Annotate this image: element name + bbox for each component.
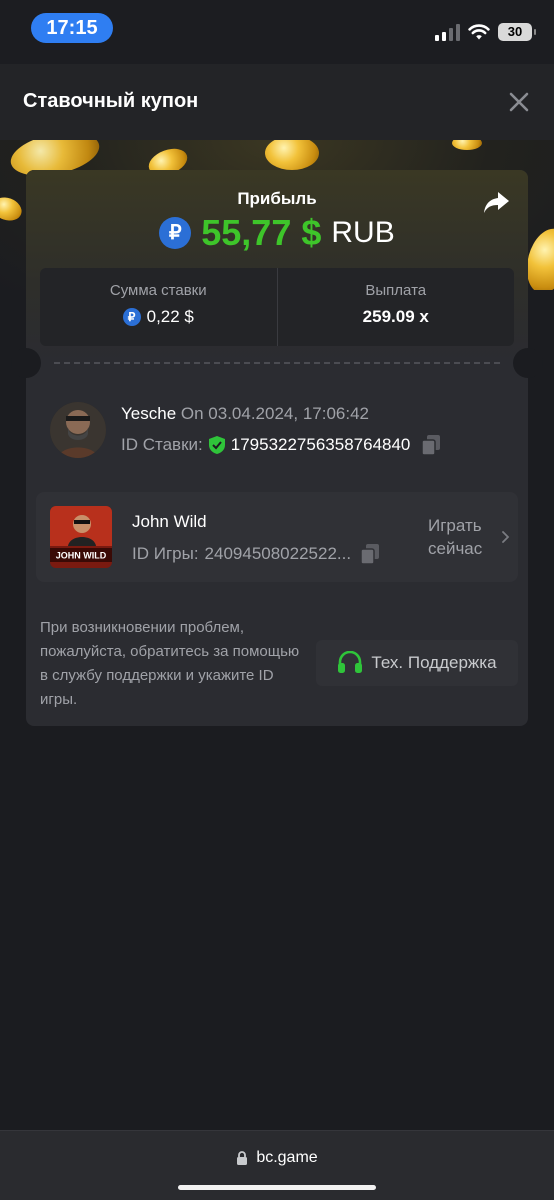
payout-label: Выплата — [365, 282, 427, 299]
game-thumbnail[interactable]: JOHN WILD — [50, 506, 112, 568]
profit-label: Прибыль — [237, 189, 317, 208]
ticket-notch-left — [11, 348, 41, 378]
address-bar[interactable]: bc.game — [0, 1149, 554, 1167]
bet-id-value: 1795322756358764840 — [230, 435, 411, 454]
support-button-label: Тех. Поддержка — [371, 653, 497, 672]
status-time: 17:15 — [31, 13, 113, 43]
lock-icon — [237, 1151, 248, 1165]
bet-date: On 03.04.2024, 17:06:42 — [180, 404, 369, 423]
share-icon[interactable] — [482, 190, 510, 216]
bet-stats: Сумма ставки ₽ 0,22 $ Выплата 259.09 x — [40, 268, 514, 346]
username[interactable]: Yesche — [121, 404, 176, 423]
payout-value: 259.09 x — [362, 307, 429, 326]
wifi-icon — [468, 24, 490, 40]
coupon-header: Ставочный купон — [0, 64, 554, 140]
chevron-right-icon[interactable] — [500, 530, 510, 544]
headset-icon — [338, 651, 363, 673]
browser-bottom-bar: bc.game — [0, 1130, 554, 1200]
game-id-label: ID Игры: — [132, 544, 199, 563]
bet-id-line: ID Ставки: 1795322756358764840 — [121, 435, 441, 455]
ruble-icon: ₽ — [122, 308, 141, 326]
bet-amount-label: Сумма ставки — [109, 282, 207, 299]
bet-coupon-card: Прибыль ₽ 55,77 $ RUB Сумма ставки ₽ 0,2… — [11, 170, 543, 726]
avatar[interactable] — [50, 402, 106, 458]
battery-icon: 30 — [498, 23, 536, 41]
status-bar: 17:15 30 — [0, 0, 554, 64]
profit-currency: RUB — [331, 216, 395, 249]
profit-amount: 55,77 $ — [201, 212, 322, 253]
bet-id-label: ID Ставки: — [121, 435, 203, 454]
bet-amount-stat: Сумма ставки ₽ 0,22 $ — [40, 268, 277, 346]
game-name[interactable]: John Wild — [132, 512, 207, 532]
page-title: Ставочный купон — [23, 90, 199, 112]
payout-stat: Выплата 259.09 x — [276, 268, 515, 346]
bet-amount-value-row: ₽ 0,22 $ — [40, 307, 277, 327]
game-info: JOHN WILD John Wild ID Игры: 24094508022… — [36, 492, 518, 582]
user-line: Yesche On 03.04.2024, 17:06:42 — [121, 404, 369, 424]
game-thumb-title: JOHN WILD — [56, 551, 107, 561]
signal-icon — [435, 23, 460, 41]
bet-user-info: Yesche On 03.04.2024, 17:06:42 ID Ставки… — [50, 402, 510, 462]
ruble-icon: ₽ — [159, 217, 192, 249]
copy-icon[interactable] — [422, 435, 441, 455]
ticket-notch-right — [513, 348, 543, 378]
game-id-value: 24094508022522... — [204, 544, 352, 563]
bet-amount-value: 0,22 $ — [146, 307, 194, 326]
home-indicator[interactable] — [178, 1185, 376, 1190]
profit-section: Прибыль ₽ 55,77 $ RUB Сумма ставки ₽ 0,2… — [26, 170, 528, 360]
game-id-line: ID Игры: 24094508022522... — [132, 544, 380, 564]
close-icon[interactable] — [508, 91, 530, 113]
ticket-divider — [54, 362, 500, 364]
status-indicators: 30 — [435, 20, 536, 44]
shield-check-icon — [208, 436, 225, 454]
copy-icon[interactable] — [361, 544, 380, 564]
url-text: bc.game — [256, 1149, 318, 1166]
help-text: При возникновении проблем, пожалуйста, о… — [40, 619, 300, 708]
support-button[interactable]: Тех. Поддержка — [316, 640, 518, 686]
play-now-button[interactable]: Играть сейчас — [428, 514, 498, 560]
profit-row: ₽ 55,77 $ RUB — [26, 212, 528, 254]
